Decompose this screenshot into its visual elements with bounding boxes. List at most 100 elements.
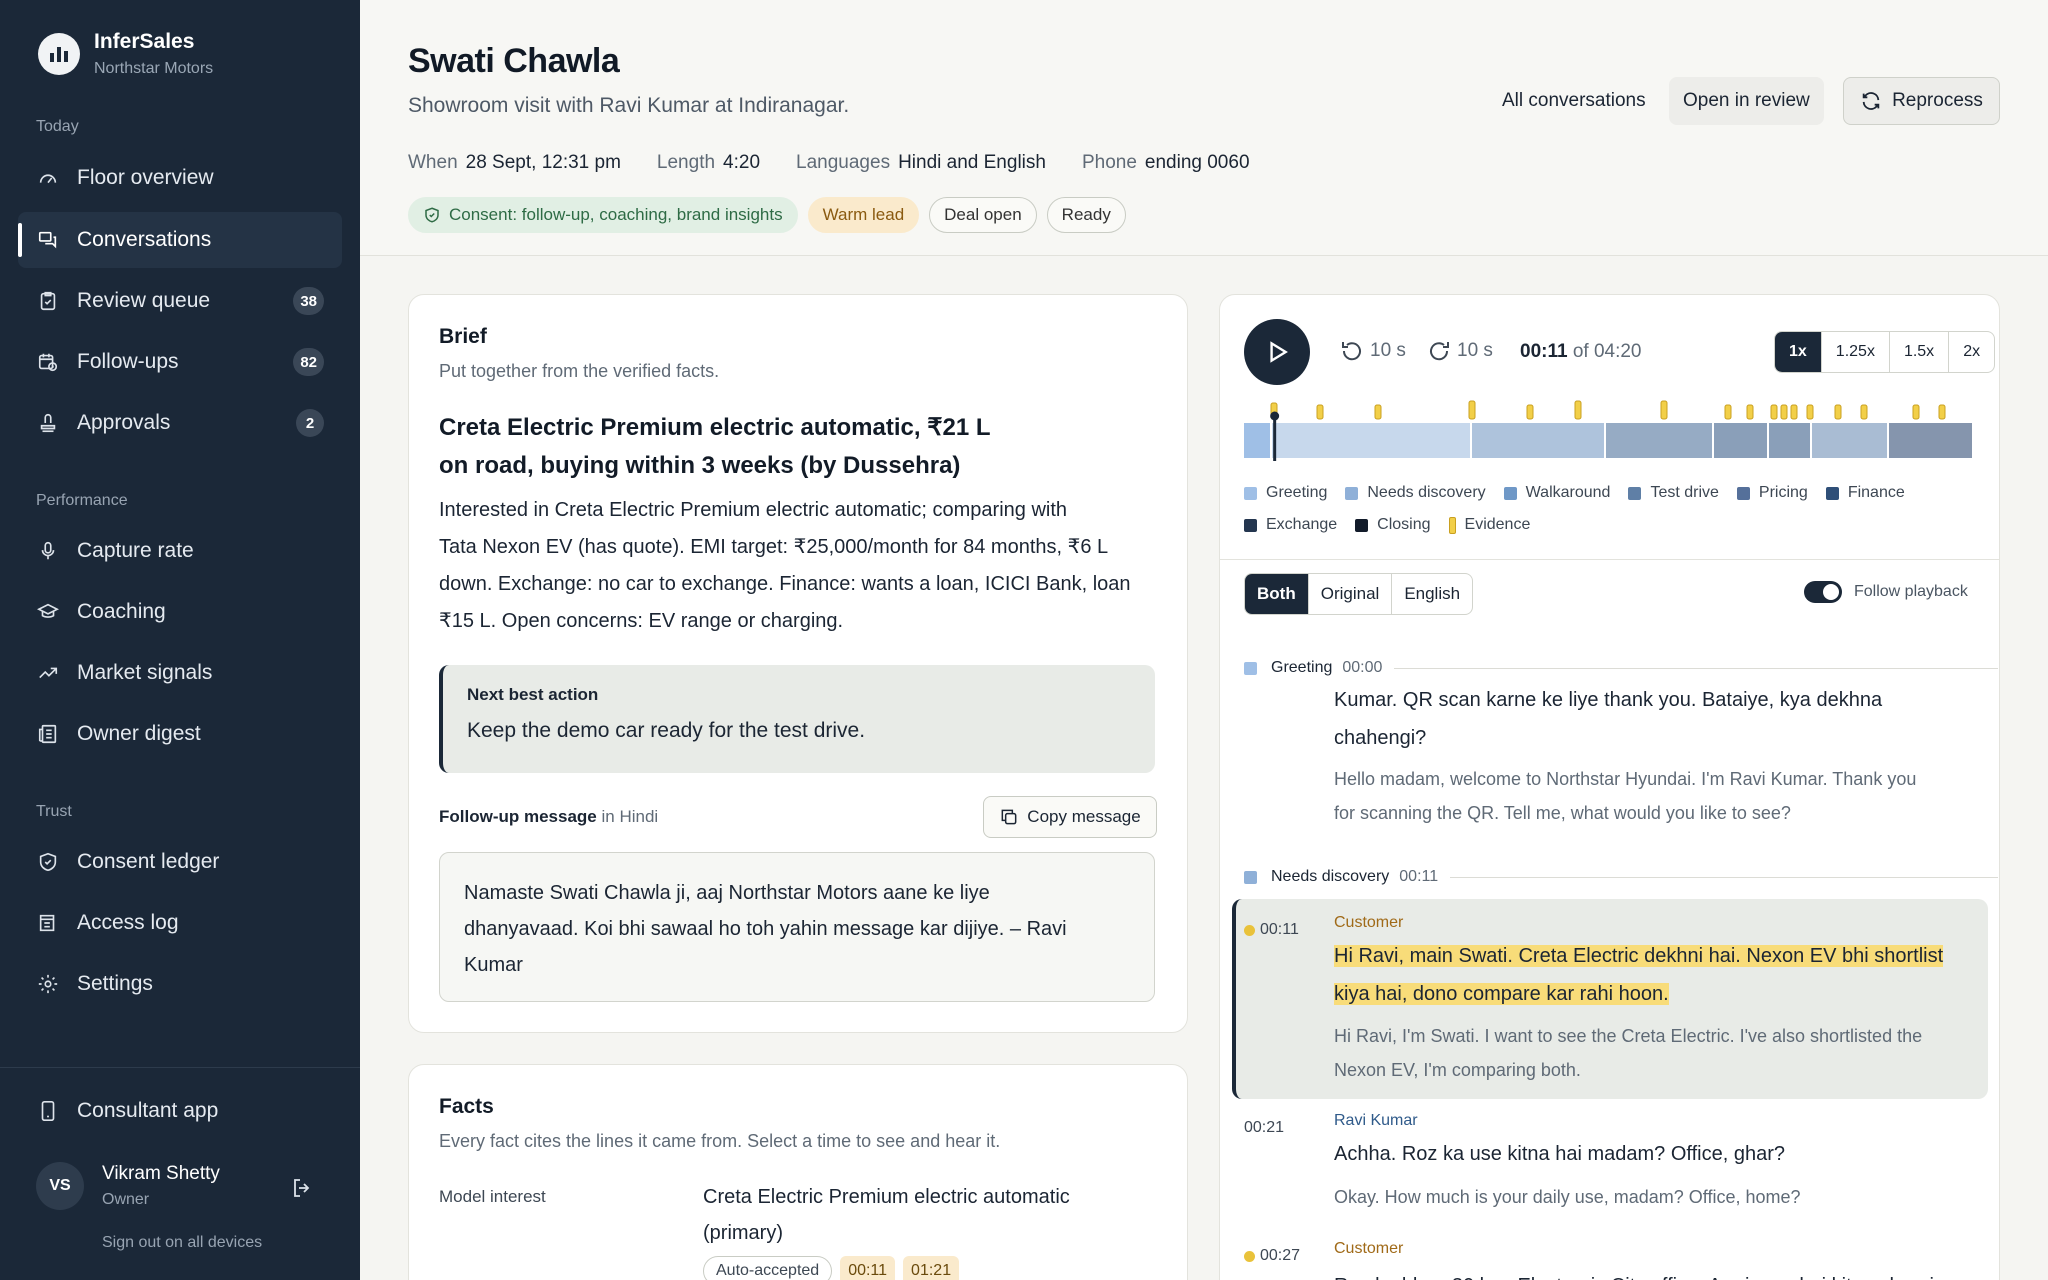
speaker-label: Ravi Kumar [1334, 1112, 1418, 1129]
original-line: Kumar. QR scan karne ke liye thank you. … [1334, 689, 1883, 711]
nav-consent-ledger[interactable]: Consent ledger [18, 834, 342, 890]
fact-value-line: (primary) [703, 1222, 783, 1244]
timeline-segment[interactable] [1472, 423, 1604, 458]
speed-option[interactable]: 1.5x [1890, 332, 1950, 372]
app-name: InferSales [94, 30, 195, 53]
nav-label: Settings [77, 972, 153, 995]
brief-subtitle: Put together from the verified facts. [439, 361, 720, 381]
timeline[interactable] [1244, 395, 1974, 467]
play-button[interactable] [1244, 319, 1310, 385]
brief-card: Brief Put together from the verified fac… [408, 294, 1188, 1033]
nav-follow-ups[interactable]: Follow-ups 82 [18, 334, 342, 390]
section-time: 00:00 [1342, 659, 1383, 676]
evidence-marker[interactable] [1660, 400, 1668, 420]
mode-option[interactable]: Original [1309, 574, 1393, 614]
section-swatch [1244, 870, 1257, 884]
meta-value-languages: Hindi and English [898, 152, 1046, 173]
play-icon [1270, 341, 1288, 363]
evidence-marker[interactable] [1526, 404, 1534, 420]
nav-floor-overview[interactable]: Floor overview [18, 150, 342, 206]
timeline-segment[interactable] [1812, 423, 1887, 458]
mode-option[interactable]: Both [1245, 574, 1309, 614]
follow-playback-toggle[interactable]: Follow playback [1804, 581, 1968, 603]
facts-subtitle: Every fact cites the lines it came from.… [439, 1131, 1001, 1151]
legend-swatch [1736, 486, 1750, 500]
gauge-icon [39, 174, 57, 184]
next-best-action: Next best action Keep the demo car ready… [439, 665, 1155, 773]
nav-consultant-app[interactable]: Consultant app [18, 1083, 342, 1139]
nav-conversations[interactable]: Conversations [18, 212, 342, 268]
legend-swatch [1628, 486, 1642, 500]
citation-chip[interactable]: 00:11 [840, 1256, 896, 1280]
nav-capture-rate[interactable]: Capture rate [18, 523, 342, 579]
all-conversations-button[interactable]: All conversations [1488, 77, 1660, 125]
nav-settings[interactable]: Settings [18, 956, 342, 1012]
evidence-marker[interactable] [1316, 404, 1324, 420]
speed-option[interactable]: 1.25x [1822, 332, 1890, 372]
forward-button[interactable]: 10 s [1427, 339, 1493, 363]
nav-review-queue[interactable]: Review queue 38 [18, 273, 342, 329]
next-best-action-body: Keep the demo car ready for the test dri… [467, 719, 866, 742]
timeline-segment[interactable] [1889, 423, 1972, 458]
rewind-button[interactable]: 10 s [1340, 339, 1406, 363]
legend-swatch [1244, 518, 1257, 532]
clipboard-check-icon [40, 291, 56, 311]
brand[interactable]: InferSales Northstar Motors [38, 30, 213, 78]
evidence-marker[interactable] [1746, 404, 1754, 420]
user-profile[interactable]: VS Vikram Shetty Owner [36, 1162, 220, 1210]
speed-option[interactable]: 2x [1949, 332, 1994, 372]
approvals-count: 2 [296, 409, 324, 437]
line-timestamp[interactable]: 00:27 [1244, 1247, 1300, 1265]
mode-option[interactable]: English [1392, 574, 1472, 614]
timeline-segment[interactable] [1769, 423, 1810, 458]
evidence-marker[interactable] [1780, 404, 1788, 420]
legend-label: Closing [1377, 516, 1431, 533]
legend-swatch [1355, 518, 1369, 532]
copy-message-button[interactable]: Copy message [983, 796, 1157, 838]
reprocess-button[interactable]: Reprocess [1843, 77, 2000, 125]
legend-swatch [1503, 486, 1517, 500]
nav-approvals[interactable]: Approvals 2 [18, 395, 342, 451]
timeline-segment[interactable] [1714, 423, 1767, 458]
consent-badge-label: Consent: follow-up, coaching, brand insi… [449, 205, 783, 224]
evidence-marker[interactable] [1912, 404, 1920, 420]
speed-option[interactable]: 1x [1775, 332, 1822, 372]
evidence-marker[interactable] [1938, 404, 1946, 420]
legend-swatch [1448, 516, 1456, 534]
timeline-segment[interactable] [1606, 423, 1712, 458]
evidence-marker[interactable] [1468, 400, 1476, 420]
timeline-segment[interactable] [1244, 423, 1270, 458]
follow-up-message[interactable]: Namaste Swati Chawla ji, aaj Northstar M… [439, 852, 1155, 1002]
evidence-marker[interactable] [1374, 404, 1382, 420]
section-rule [1450, 876, 1998, 878]
rewind-icon [1342, 342, 1361, 361]
nav-market-signals[interactable]: Market signals [18, 645, 342, 701]
nav-coaching[interactable]: Coaching [18, 584, 342, 640]
brief-headline-line: on road, buying within 3 weeks (by Dusse… [439, 452, 961, 479]
citation-chip[interactable]: 01:21 [903, 1256, 960, 1280]
legend-swatch [1244, 486, 1257, 500]
open-in-review-button[interactable]: Open in review [1669, 77, 1824, 125]
nav-owner-digest[interactable]: Owner digest [18, 706, 342, 762]
logout-icon[interactable] [290, 1176, 314, 1200]
playhead-knob[interactable] [1270, 411, 1280, 421]
playhead[interactable] [1273, 417, 1277, 461]
brief-body-line: Tata Nexon EV (has quote). EMI target: ₹… [439, 536, 1109, 558]
ready-badge: Ready [1046, 197, 1126, 233]
timeline-segment[interactable] [1272, 423, 1470, 458]
line-timestamp[interactable]: 00:11 [1244, 921, 1299, 939]
evidence-marker[interactable] [1834, 404, 1842, 420]
evidence-marker[interactable] [1574, 400, 1582, 420]
brief-body-line: Interested in Creta Electric Premium ele… [439, 499, 1068, 521]
shield-check-icon [39, 852, 57, 872]
evidence-marker[interactable] [1806, 404, 1814, 420]
sign-out-all-devices-link[interactable]: Sign out on all devices [102, 1234, 262, 1252]
evidence-marker[interactable] [1860, 404, 1868, 420]
evidence-marker[interactable] [1790, 404, 1798, 420]
line-timestamp[interactable]: 00:21 [1244, 1119, 1284, 1137]
toggle-switch[interactable] [1804, 581, 1842, 603]
evidence-marker[interactable] [1724, 404, 1732, 420]
nav-access-log[interactable]: Access log [18, 895, 342, 951]
evidence-marker[interactable] [1770, 404, 1778, 420]
legend-swatch [1345, 486, 1359, 500]
